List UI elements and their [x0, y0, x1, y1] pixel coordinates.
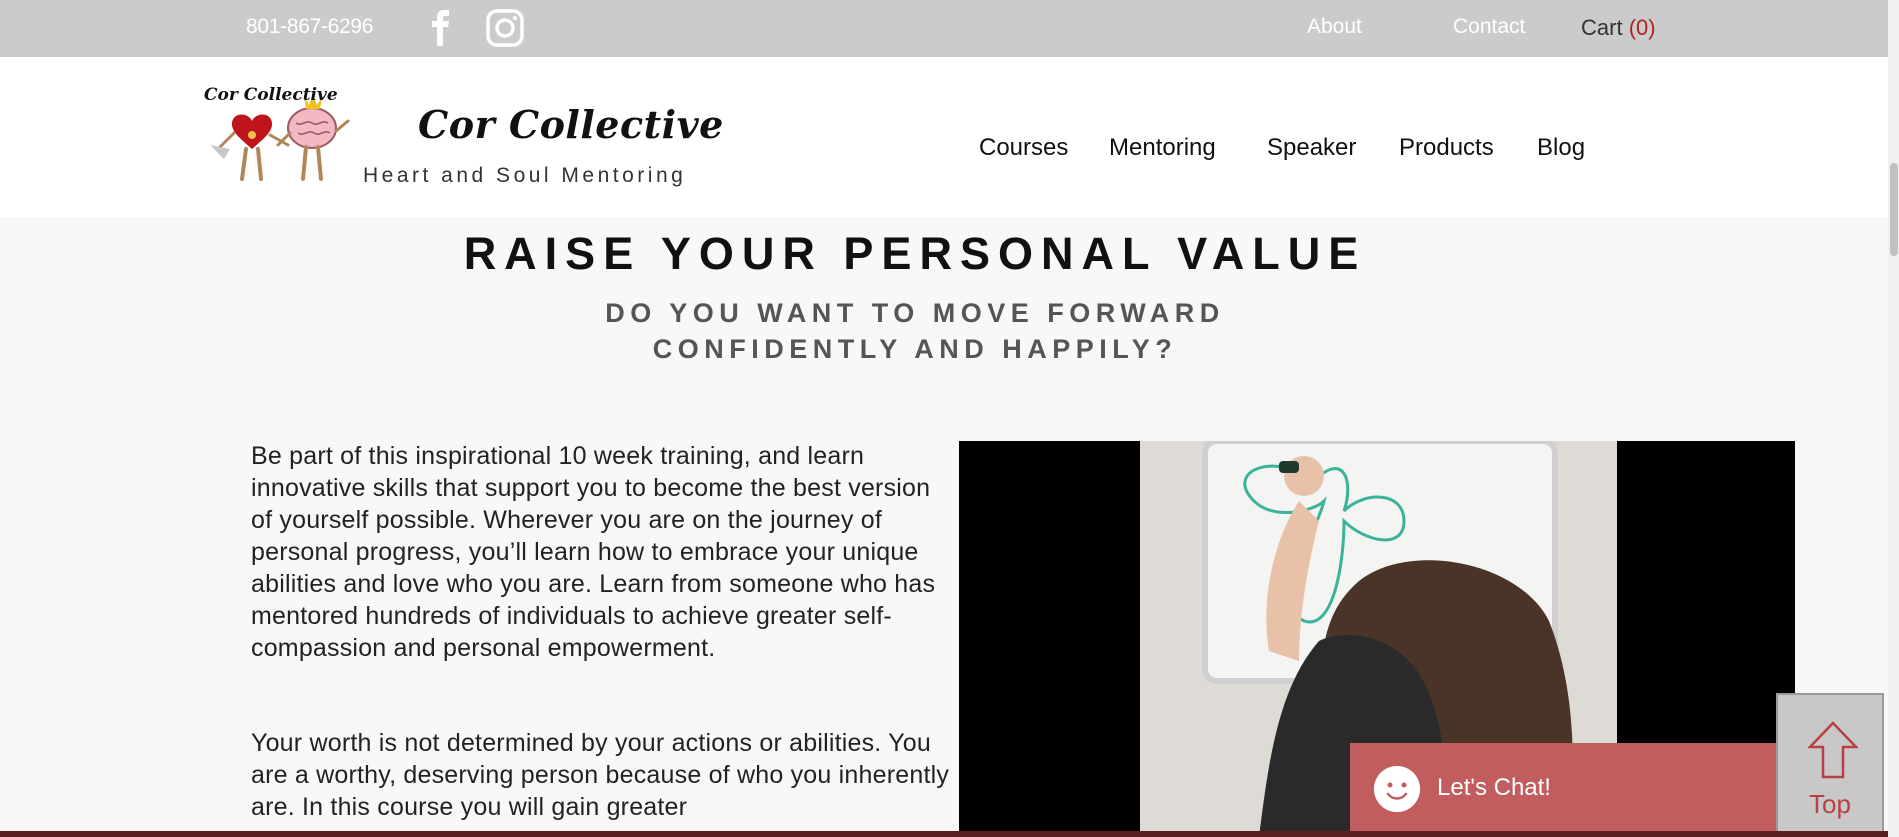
brand-tagline: Heart and Soul Mentoring	[363, 164, 687, 187]
logo-text: Cor Collective	[204, 85, 338, 105]
nav-blog[interactable]: Blog	[1537, 134, 1585, 162]
arrow-up-icon	[1808, 721, 1858, 779]
back-to-top-button[interactable]: Top	[1776, 693, 1884, 837]
subheading-line-1: DO YOU WANT TO MOVE FORWARD	[605, 298, 1225, 328]
facebook-icon[interactable]	[420, 8, 460, 48]
page-subheading: DO YOU WANT TO MOVE FORWARD CONFIDENTLY …	[0, 295, 1830, 367]
about-link[interactable]: About	[1307, 15, 1362, 39]
brand-name[interactable]: Cor Collective	[418, 102, 724, 147]
cart-label: Cart	[1581, 15, 1623, 40]
chat-label: Let's Chat!	[1437, 774, 1551, 801]
phone-number[interactable]: 801-867-6296	[246, 15, 373, 39]
chat-widget[interactable]: Let's Chat!	[1350, 743, 1776, 837]
subheading-line-2: CONFIDENTLY AND HAPPILY?	[652, 334, 1178, 364]
nav-courses[interactable]: Courses	[979, 134, 1068, 162]
chat-smiley-icon	[1374, 766, 1420, 812]
nav-mentoring[interactable]: Mentoring	[1109, 134, 1216, 162]
page-heading: RAISE YOUR PERSONAL VALUE	[463, 228, 1367, 279]
site-header: Cor Collective Cor Collective Heart and …	[0, 57, 1888, 217]
instagram-icon[interactable]	[485, 8, 525, 48]
top-bar: 801-867-6296 About Contact Cart (0)	[0, 0, 1888, 57]
bottom-strip	[0, 831, 1888, 837]
page-scrollbar[interactable]	[1888, 0, 1899, 837]
scrollbar-thumb[interactable]	[1890, 163, 1898, 256]
intro-paragraph: Be part of this inspirational 10 week tr…	[251, 442, 936, 662]
contact-link[interactable]: Contact	[1453, 15, 1525, 39]
nav-products[interactable]: Products	[1399, 134, 1494, 162]
cart-count: (0)	[1628, 15, 1656, 40]
cart-link[interactable]: Cart (0)	[1581, 15, 1656, 41]
back-to-top-label: Top	[1809, 789, 1851, 819]
nav-speaker[interactable]: Speaker	[1267, 134, 1356, 162]
worth-paragraph: Your worth is not determined by your act…	[251, 729, 950, 821]
